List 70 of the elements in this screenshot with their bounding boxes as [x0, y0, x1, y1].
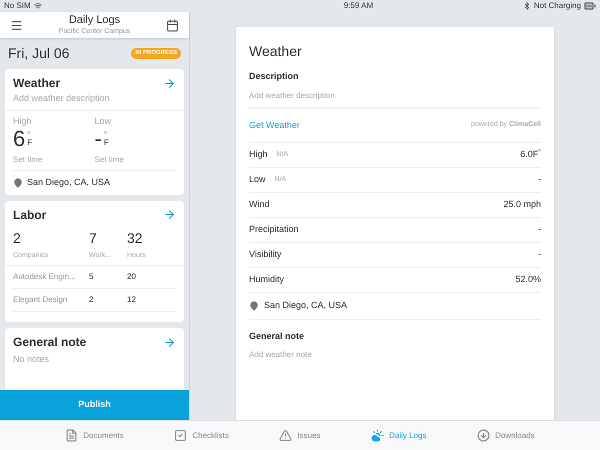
temperature-value: 6	[13, 128, 26, 150]
battery-status-text: Not Charging	[534, 0, 581, 12]
temperature-label: Low	[94, 114, 112, 128]
row-label: High	[249, 148, 268, 162]
tab[interactable]: Issues	[279, 429, 321, 442]
row-value: 6.0F$^{°}$	[520, 148, 541, 162]
note-text: No notes	[12, 353, 50, 366]
wifi-icon	[34, 2, 42, 10]
location-pin-icon	[13, 178, 23, 188]
degree-symbol: °	[27, 131, 32, 139]
temperature-value: -	[94, 128, 102, 150]
total-value: 2	[13, 228, 22, 248]
battery-icon	[584, 0, 596, 12]
table-cell-text: Autodesk Engin...	[13, 271, 77, 283]
table-cell-text: 5	[89, 271, 94, 283]
tab[interactable]: Daily Logs	[371, 429, 426, 442]
table-cell-text: 12	[127, 294, 137, 306]
location-pin-icon	[249, 300, 259, 311]
unit-text: F	[27, 139, 32, 147]
row-value: 25.0 mph	[503, 198, 541, 212]
description-label: Description	[249, 70, 300, 83]
table-cell-text: Elegant Design	[13, 294, 68, 306]
tab[interactable]: Documents	[65, 429, 124, 442]
total-value: 32	[127, 228, 144, 248]
clock-text: 9:59 AM	[344, 0, 374, 12]
card-title: Labor	[13, 206, 46, 224]
note-label: General note	[249, 330, 306, 342]
row-label: Precipitation	[249, 223, 299, 236]
bluetooth-icon	[522, 2, 531, 10]
detail-title: Weather	[249, 42, 303, 61]
arrow-right-icon[interactable]	[163, 208, 176, 221]
cloud-icon	[371, 429, 384, 442]
calendar-icon[interactable]	[166, 18, 179, 32]
row-label: Humidity	[249, 273, 284, 286]
row-value: 52.0%	[515, 273, 541, 286]
header-title: Daily Logs	[68, 15, 120, 26]
publish-button[interactable]: Publish	[0, 390, 189, 420]
description-placeholder[interactable]: Add weather description	[5, 92, 184, 110]
menu-icon[interactable]	[10, 18, 23, 32]
location-text: San Diego, CA, USA	[264, 299, 348, 312]
card-title: Weather	[13, 75, 60, 92]
warning-icon	[279, 429, 292, 442]
get-weather-link[interactable]: Get Weather	[249, 118, 300, 132]
table-cell-text: 20	[127, 271, 137, 283]
row-value: -	[538, 223, 541, 236]
checklist-icon	[174, 429, 188, 442]
carrier-text: No SIM	[4, 0, 31, 12]
row-value: -	[538, 173, 541, 186]
row-label: Visibility	[249, 248, 282, 262]
arrow-right-icon[interactable]	[163, 336, 176, 348]
unit-text: F	[104, 139, 109, 147]
table-cell-text: 2	[89, 294, 94, 306]
tab[interactable]: Downloads	[477, 429, 535, 442]
degree-symbol: °	[104, 131, 108, 139]
note-placeholder[interactable]: Add weather note	[249, 349, 541, 361]
set-time-link[interactable]: Set time	[94, 154, 176, 166]
location-text: San Diego, CA, USA	[27, 176, 110, 189]
download-icon	[477, 429, 490, 442]
set-time-link[interactable]: Set time	[13, 154, 94, 166]
tab[interactable]: Checklists	[174, 429, 229, 442]
row-label: Low	[249, 173, 266, 186]
description-placeholder[interactable]: Add weather description	[249, 90, 541, 106]
card-title: General note	[13, 334, 86, 351]
total-value: 7	[89, 228, 98, 248]
temperature-label: High	[13, 114, 33, 128]
document-icon	[65, 429, 78, 442]
date-text: Fri, Jul 06	[8, 44, 70, 63]
arrow-right-icon[interactable]	[163, 76, 176, 90]
row-label: Wind	[249, 198, 270, 212]
row-value: -	[538, 248, 541, 262]
